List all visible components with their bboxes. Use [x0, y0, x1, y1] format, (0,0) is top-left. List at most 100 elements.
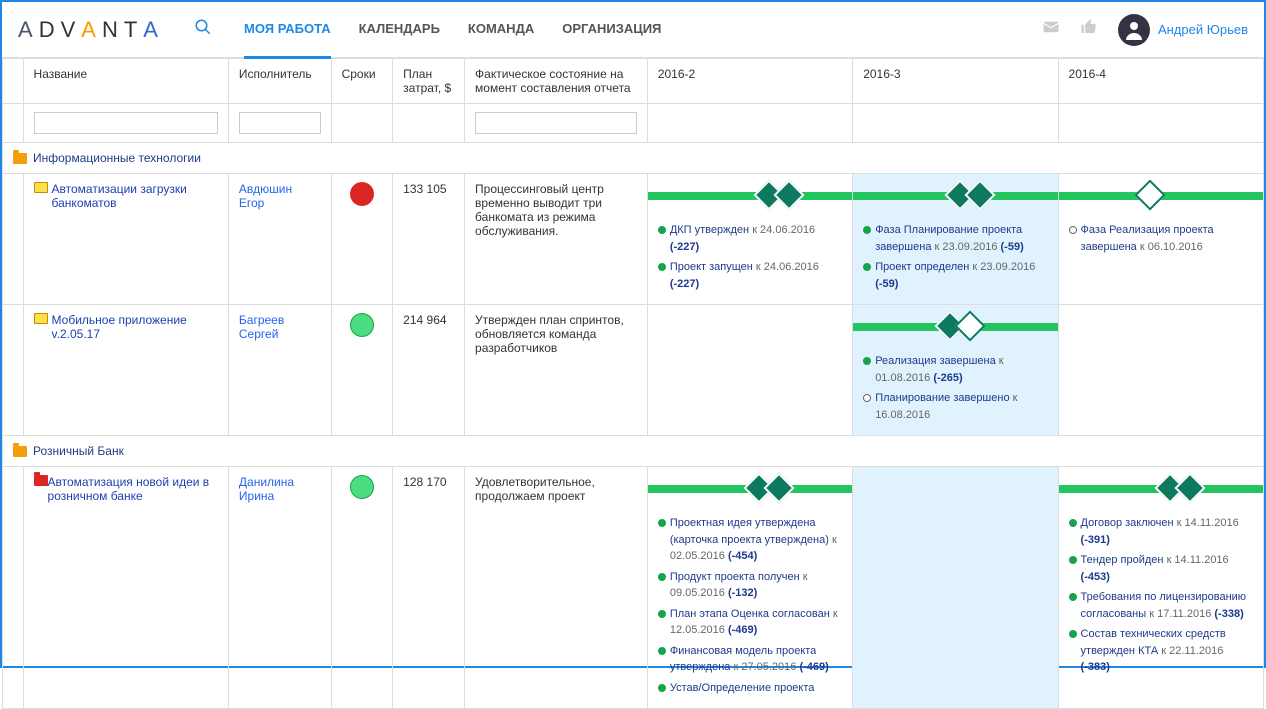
milestone: План этапа Оценка согласован к 12.05.201…	[658, 606, 842, 639]
col-assignee[interactable]: Исполнитель	[228, 59, 331, 104]
table-row: Автоматизации загрузки банкоматов Авдюши…	[3, 174, 1264, 305]
milestone: Устав/Определение проекта	[658, 680, 842, 697]
milestone-dot-icon	[658, 684, 666, 692]
milestone: Фаза Планирование проекта завершена к 23…	[863, 222, 1047, 255]
deadline-status-icon	[350, 313, 374, 337]
filter-assignee-input[interactable]	[239, 112, 321, 134]
gantt-q4: Фаза Реализация проекта завершена к 06.1…	[1058, 174, 1263, 305]
gantt-q4: Договор заключен к 14.11.2016 (-391) Тен…	[1058, 467, 1263, 709]
table-row: Автоматизация новой идеи в розничном бан…	[3, 467, 1264, 709]
gantt-q2: ДКП утвержден к 24.06.2016 (-227) Проект…	[647, 174, 852, 305]
nav-item[interactable]: КАЛЕНДАРЬ	[359, 1, 440, 59]
cost-value: 128 170	[393, 467, 465, 709]
milestone-dot-icon	[658, 647, 666, 655]
task-name-link[interactable]: Автоматизация новой идеи в розничном бан…	[48, 475, 218, 503]
cost-value: 133 105	[393, 174, 465, 305]
table-header-row: Название Исполнитель Сроки План затрат, …	[3, 59, 1264, 104]
milestone: Договор заключен к 14.11.2016 (-391)	[1069, 515, 1253, 548]
avatar	[1118, 14, 1150, 46]
col-status[interactable]: Фактическое состояние на момент составле…	[465, 59, 648, 104]
item-icon	[34, 313, 48, 324]
task-name-link[interactable]: Мобильное приложение v.2.05.17	[52, 313, 218, 341]
milestone: Продукт проекта получен к 09.05.2016 (-1…	[658, 569, 842, 602]
nav-item[interactable]: МОЯ РАБОТА	[244, 1, 331, 59]
thumbs-up-icon[interactable]	[1080, 18, 1098, 41]
milestone-dot-icon	[863, 357, 871, 365]
user-menu[interactable]: Андрей Юрьев	[1118, 14, 1248, 46]
main-nav: МОЯ РАБОТА КАЛЕНДАРЬ КОМАНДА ОРГАНИЗАЦИЯ	[244, 1, 661, 59]
deadline-status-icon	[350, 475, 374, 499]
col-deadline[interactable]: Сроки	[331, 59, 393, 104]
milestone-dot-icon	[1069, 630, 1077, 638]
folder-icon	[13, 153, 27, 164]
milestone-dot-icon	[658, 226, 666, 234]
task-name-link[interactable]: Автоматизации загрузки банкоматов	[52, 182, 218, 210]
gantt-milestone-icon[interactable]	[965, 179, 996, 210]
folder-icon	[13, 446, 27, 457]
gantt-milestone-icon[interactable]	[955, 310, 986, 341]
milestone-dot-icon	[658, 610, 666, 618]
gantt-q3	[853, 467, 1058, 709]
milestone-dot-icon	[1069, 226, 1077, 234]
gantt-q3: Реализация завершена к 01.08.2016 (-265)…	[853, 305, 1058, 436]
filter-name-input[interactable]	[34, 112, 218, 134]
gantt-q2: Проектная идея утверждена (карточка прое…	[647, 467, 852, 709]
assignee-link[interactable]: Данилина Ирина	[239, 475, 294, 503]
milestone: Состав технических средств утвержден КТА…	[1069, 626, 1253, 676]
milestone: Финансовая модель проекта утверждена к 2…	[658, 643, 842, 676]
milestone-dot-icon	[863, 226, 871, 234]
gantt-milestone-icon[interactable]	[1134, 179, 1165, 210]
col-expand	[3, 59, 24, 104]
gantt-bar	[648, 192, 852, 200]
group-row[interactable]: Информационные технологии	[3, 143, 1264, 174]
mail-icon[interactable]	[1042, 18, 1060, 41]
search-icon[interactable]	[186, 10, 220, 49]
col-q2[interactable]: 2016-2	[647, 59, 852, 104]
logo: ADVANTA	[18, 17, 162, 43]
milestone: Тендер пройден к 14.11.2016 (-453)	[1069, 552, 1253, 585]
col-cost[interactable]: План затрат, $	[393, 59, 465, 104]
gantt-q2	[647, 305, 852, 436]
filter-status-input[interactable]	[475, 112, 637, 134]
col-q3[interactable]: 2016-3	[853, 59, 1058, 104]
group-row[interactable]: Розничный Банк	[3, 436, 1264, 467]
nav-item[interactable]: КОМАНДА	[468, 1, 534, 59]
milestone: Проектная идея утверждена (карточка прое…	[658, 515, 842, 565]
status-text: Утвержден план спринтов, обновляется ком…	[465, 305, 648, 436]
milestone-dot-icon	[1069, 519, 1077, 527]
milestone-dot-icon	[863, 394, 871, 402]
milestone-dot-icon	[1069, 593, 1077, 601]
cost-value: 214 964	[393, 305, 465, 436]
milestone: Планирование завершено к 16.08.2016	[863, 390, 1047, 423]
status-text: Процессинговый центр временно выводит тр…	[465, 174, 648, 305]
table-row: Мобильное приложение v.2.05.17 Багреев С…	[3, 305, 1264, 436]
item-icon	[34, 475, 48, 486]
table-filter-row	[3, 104, 1264, 143]
milestone: ДКП утвержден к 24.06.2016 (-227)	[658, 222, 842, 255]
milestone-dot-icon	[658, 573, 666, 581]
milestone: Реализация завершена к 01.08.2016 (-265)	[863, 353, 1047, 386]
deadline-status-icon	[350, 182, 374, 206]
gantt-milestone-icon[interactable]	[1174, 472, 1205, 503]
col-name[interactable]: Название	[23, 59, 228, 104]
assignee-link[interactable]: Багреев Сергей	[239, 313, 284, 341]
milestone: Проект запущен к 24.06.2016 (-227)	[658, 259, 842, 292]
milestone-dot-icon	[863, 263, 871, 271]
col-q4[interactable]: 2016-4	[1058, 59, 1263, 104]
milestone: Требования по лицензированию согласованы…	[1069, 589, 1253, 622]
milestone: Проект определен к 23.09.2016 (-59)	[863, 259, 1047, 292]
project-table: Название Исполнитель Сроки План затрат, …	[2, 58, 1264, 709]
item-icon	[34, 182, 48, 193]
milestone-dot-icon	[658, 519, 666, 527]
status-text: Удовлетворительное, продолжаем проект	[465, 467, 648, 709]
app-header: ADVANTA МОЯ РАБОТА КАЛЕНДАРЬ КОМАНДА ОРГАНИ…	[2, 2, 1264, 58]
gantt-milestone-icon[interactable]	[763, 472, 794, 503]
gantt-q4	[1058, 305, 1263, 436]
gantt-q3: Фаза Планирование проекта завершена к 23…	[853, 174, 1058, 305]
milestone: Фаза Реализация проекта завершена к 06.1…	[1069, 222, 1253, 255]
assignee-link[interactable]: Авдюшин Егор	[239, 182, 292, 210]
milestone-dot-icon	[1069, 556, 1077, 564]
gantt-milestone-icon[interactable]	[773, 179, 804, 210]
nav-item[interactable]: ОРГАНИЗАЦИЯ	[562, 1, 661, 59]
milestone-dot-icon	[658, 263, 666, 271]
